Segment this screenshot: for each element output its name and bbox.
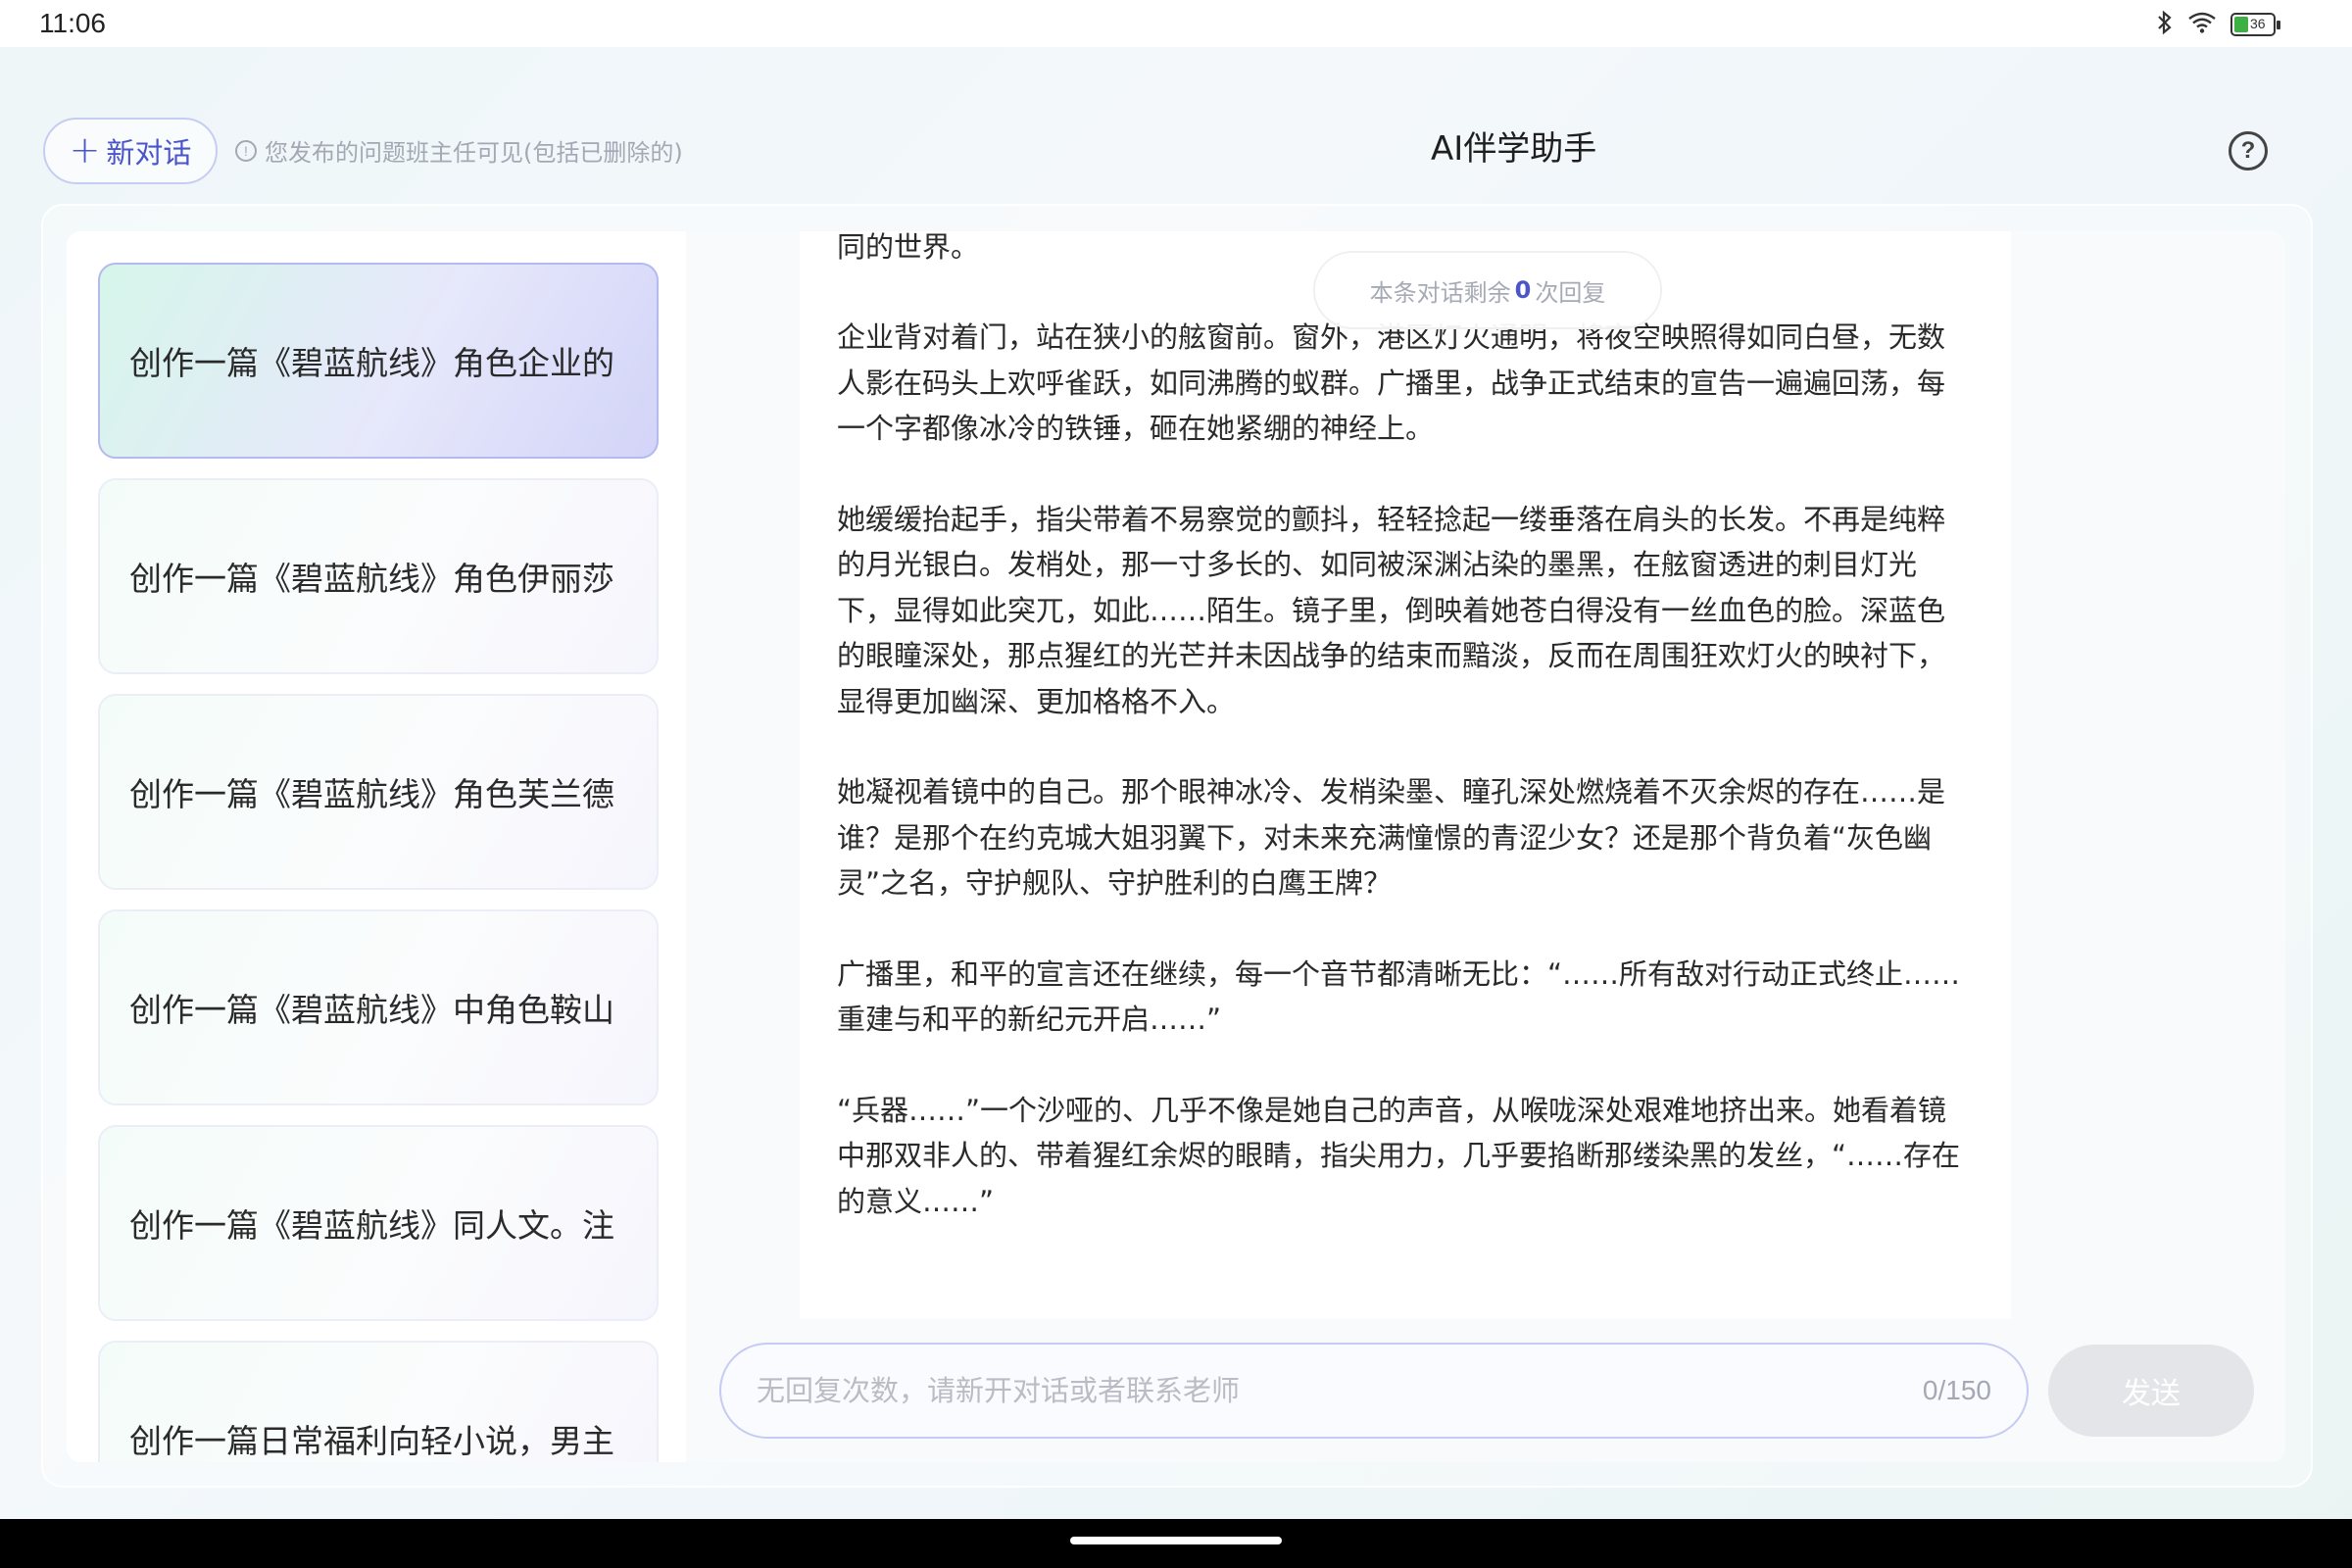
visibility-notice: ! 您发布的问题班主任可见(包括已删除的)	[235, 133, 683, 168]
new-chat-button[interactable]: + 新对话	[43, 118, 218, 184]
message-paragraph: 广播里，和平的宣言还在继续，每一个音节都清晰无比：“……所有敌对行动正式终止………	[837, 956, 1961, 1037]
visibility-notice-text: 您发布的问题班主任可见(包括已删除的)	[265, 139, 683, 167]
conversation-item[interactable]: 创作一篇《碧蓝航线》中角色鞍山	[98, 909, 659, 1105]
plus-icon: +	[69, 127, 101, 172]
new-chat-label: 新对话	[106, 136, 192, 170]
bluetooth-icon	[2156, 10, 2174, 39]
conversation-item[interactable]: 创作一篇日常福利向轻小说，男主	[98, 1341, 659, 1462]
remaining-replies-badge: 本条对话剩余 0 次回复	[1313, 251, 1662, 329]
status-bar: 11:06 36	[0, 0, 2352, 47]
conversation-title: 创作一篇《碧蓝航线》同人文。注	[129, 1206, 614, 1245]
message-input[interactable]	[757, 1374, 1923, 1407]
conversation-item[interactable]: 创作一篇《碧蓝航线》角色企业的	[98, 263, 659, 459]
message-paragraph: 她凝视着镜中的自己。那个眼神冰冷、发梢染墨、瞳孔深处燃烧着不灭余烬的存在……是谁…	[837, 775, 1946, 900]
help-icon[interactable]: ?	[2229, 131, 2268, 171]
chat-panel[interactable]: 金属门板，试图渗透进去。门内，却是一片凝固的死寂，与远处的喧嚣形成了两个截然不同…	[686, 231, 2285, 1462]
status-time: 11:06	[39, 8, 106, 38]
conversation-title: 创作一篇《碧蓝航线》中角色鞍山	[129, 991, 614, 1029]
message-input-box[interactable]: 0/150	[719, 1343, 2029, 1439]
conversation-item[interactable]: 创作一篇《碧蓝航线》角色芙兰德	[98, 694, 659, 890]
conversation-title: 创作一篇《碧蓝航线》角色企业的	[129, 344, 614, 382]
ai-message-text: 金属门板，试图渗透进去。门内，却是一片凝固的死寂，与远处的喧嚣形成了两个截然不同…	[837, 231, 1964, 1269]
info-icon: !	[235, 139, 257, 162]
conversation-list[interactable]: 创作一篇《碧蓝航线》角色企业的 创作一篇《碧蓝航线》角色伊丽莎 创作一篇《碧蓝航…	[67, 231, 686, 1462]
remaining-replies-suffix: 次回复	[1535, 278, 1606, 307]
wifi-icon	[2187, 11, 2217, 38]
send-button[interactable]: 发送	[2048, 1345, 2254, 1437]
conversation-item[interactable]: 创作一篇《碧蓝航线》同人文。注	[98, 1125, 659, 1321]
conversation-title: 创作一篇《碧蓝航线》角色芙兰德	[129, 775, 614, 813]
status-icons: 36	[2156, 10, 2280, 39]
remaining-replies-prefix: 本条对话剩余	[1369, 278, 1511, 307]
conversation-title: 创作一篇《碧蓝航线》角色伊丽莎	[129, 560, 614, 598]
conversation-title: 创作一篇日常福利向轻小说，男主	[129, 1422, 614, 1460]
battery-icon: 36	[2230, 13, 2280, 36]
home-indicator[interactable]	[1070, 1537, 1282, 1544]
remaining-replies-count: 0	[1514, 276, 1532, 304]
conversation-item[interactable]: 创作一篇《碧蓝航线》角色伊丽莎	[98, 478, 659, 674]
battery-level: 36	[2250, 16, 2266, 31]
page-title: AI伴学助手	[1431, 129, 1597, 169]
message-paragraph: “兵器……”一个沙哑的、几乎不像是她自己的声音，从喉咙深处艰难地挤出来。她看着镜…	[837, 1093, 1961, 1218]
char-count: 0/150	[1922, 1375, 1991, 1405]
ai-message-bubble: 金属门板，试图渗透进去。门内，却是一片凝固的死寂，与远处的喧嚣形成了两个截然不同…	[800, 231, 2011, 1319]
message-paragraph: 企业背对着门，站在狭小的舷窗前。窗外，港区灯火通明，将夜空映照得如同白昼，无数人…	[837, 320, 1946, 445]
message-paragraph: 她缓缓抬起手，指尖带着不易察觉的颤抖，轻轻捻起一缕垂落在肩头的长发。不再是纯粹的…	[837, 502, 1946, 718]
